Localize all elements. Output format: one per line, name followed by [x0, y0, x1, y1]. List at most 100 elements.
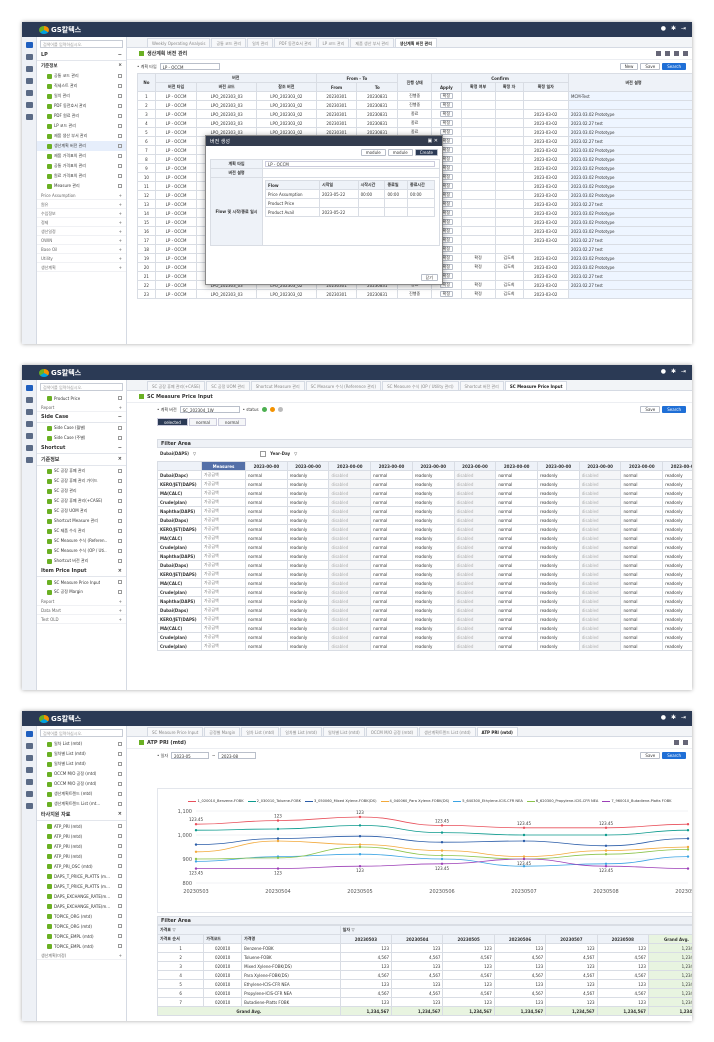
data-point[interactable] [686, 848, 690, 851]
value-cell[interactable]: normal [245, 587, 288, 597]
filter-icon[interactable]: ▽ [193, 451, 196, 458]
sidebar-search[interactable]: 검색어를 입력하십시오. [40, 40, 123, 48]
folder-icon[interactable] [25, 385, 33, 391]
sidebar-item[interactable]: SC 제품 수식 관리 [37, 526, 126, 536]
data-point[interactable] [276, 867, 280, 870]
value-cell[interactable]: readonly [662, 542, 692, 552]
value-cell[interactable]: readonly [662, 632, 692, 642]
logout-icon[interactable]: ⇥ [681, 25, 686, 32]
sidebar-item[interactable]: 공통 가격표의 관리 [37, 161, 126, 171]
tab[interactable]: 일차별 List (mtd) [280, 727, 322, 736]
checkbox-icon[interactable] [118, 772, 122, 776]
tab[interactable]: LP 코드 관리 [317, 38, 350, 47]
sidebar-item[interactable]: Side Case (주별) [37, 433, 126, 443]
checkbox-icon[interactable] [118, 436, 122, 440]
value-cell[interactable]: normal [620, 623, 664, 633]
dialog-plan-type-select[interactable]: LP - OCCM [265, 161, 435, 167]
data-point[interactable] [604, 849, 608, 852]
checkbox-icon[interactable] [118, 580, 122, 584]
person-icon[interactable] [25, 409, 33, 415]
list-icon[interactable] [25, 421, 33, 427]
sidebar-item[interactable]: 일차별 List (mtd) [37, 749, 126, 759]
data-point[interactable] [522, 839, 526, 843]
value-cell[interactable]: readonly [411, 524, 455, 534]
value-cell[interactable]: readonly [411, 533, 455, 543]
table-cell[interactable]: 확정 [431, 100, 462, 110]
value-cell[interactable]: readonly [411, 542, 455, 552]
logout-icon[interactable]: ⇥ [681, 368, 686, 375]
value-cell[interactable]: normal [620, 542, 664, 552]
value-cell[interactable]: normal [620, 479, 664, 489]
checkbox-icon[interactable] [118, 884, 122, 888]
value-cell[interactable]: normal [370, 542, 413, 552]
value-cell[interactable]: normal [495, 587, 539, 597]
sidebar-item[interactable]: SC Measure 수식 (OP / Uti.. [37, 546, 126, 556]
data-point[interactable] [358, 845, 362, 849]
value-cell[interactable]: readonly [662, 641, 692, 651]
apply-button[interactable]: 확정 [439, 93, 454, 99]
value-cell[interactable]: normal [370, 605, 413, 615]
sidebar-group[interactable]: 정제 + [37, 218, 126, 227]
data-point[interactable] [440, 849, 444, 852]
data-point[interactable] [604, 826, 608, 829]
data-point[interactable] [604, 862, 608, 865]
apply-button[interactable]: 확정 [439, 291, 454, 297]
plan-type-select[interactable]: LP - OCCM [159, 63, 220, 70]
sidebar-item[interactable]: SC Measure Price Input [37, 577, 126, 587]
checkbox-icon[interactable] [118, 134, 122, 138]
data-point[interactable] [686, 855, 690, 858]
value-cell[interactable]: readonly [537, 524, 580, 534]
status-green-icon[interactable] [261, 407, 267, 412]
checkbox-icon[interactable] [118, 792, 122, 796]
value-cell[interactable]: readonly [537, 488, 580, 498]
value-cell[interactable]: readonly [411, 605, 455, 615]
sidebar-group[interactable]: Price Assumption + [37, 191, 126, 200]
value-cell[interactable]: normal [245, 632, 288, 642]
plan-version-select[interactable]: SC_202304_1W [179, 406, 240, 413]
value-cell[interactable]: normal [620, 470, 664, 480]
checkbox-icon[interactable] [118, 762, 122, 766]
value-cell[interactable]: readonly [286, 470, 330, 480]
sidebar-item[interactable]: SC 공장 휴폐 관리 [37, 466, 126, 476]
value-cell[interactable]: normal [620, 497, 664, 507]
value-cell[interactable]: readonly [662, 569, 692, 579]
tab[interactable]: SC 공장 휴폐 관리(+CASE) [147, 381, 206, 390]
checkbox-icon[interactable] [118, 874, 122, 878]
checkbox-icon[interactable] [118, 782, 122, 786]
tab[interactable]: SC Measure 수식 (OP / Utility 관리) [382, 381, 459, 390]
logout-icon[interactable]: ⇥ [681, 714, 686, 721]
value-cell[interactable]: normal [370, 479, 413, 489]
user-icon[interactable]: ● [661, 368, 666, 375]
checkbox-icon[interactable] [118, 94, 122, 98]
value-cell[interactable]: normal [620, 605, 664, 615]
table-row[interactable]: 1 020010 Benzene-FOBK 123 123 123 123 123 123 1,2… [156, 943, 692, 953]
chart-icon[interactable] [25, 743, 33, 749]
sidebar-section[interactable]: 기준정보 × [37, 454, 126, 466]
sidebar-item[interactable]: 제품 가격표의 관리 [37, 151, 126, 161]
sidebar-section-lp[interactable]: LP − [37, 50, 126, 61]
tab[interactable]: 제품 생산 부서 관리 [350, 38, 394, 47]
value-cell[interactable]: readonly [662, 596, 692, 606]
value-cell[interactable]: readonly [411, 551, 455, 561]
flow-cell[interactable] [357, 207, 386, 217]
data-point[interactable] [440, 862, 444, 865]
value-cell[interactable]: readonly [411, 470, 455, 480]
sidebar-item[interactable]: ATP_PRI (mtd) [37, 821, 126, 831]
value-cell[interactable]: normal [370, 614, 413, 624]
checkbox-icon[interactable] [118, 844, 122, 848]
checkbox-icon[interactable] [118, 914, 122, 918]
sidebar-item[interactable]: Side Case (월별) [37, 423, 126, 433]
table-row[interactable]: 1 LP - OCCM LPO_202303_03 LPO_202303_02 2023… [137, 91, 692, 101]
value-cell[interactable]: readonly [411, 596, 455, 606]
sidebar-item[interactable]: PDF 동전호서 관리 [37, 101, 126, 111]
data-point[interactable] [194, 857, 198, 861]
sidebar-item[interactable]: DAPS_T_PRICE_PLATTS (m... [37, 871, 126, 881]
sidebar-item[interactable]: 직세스트 관리 [37, 81, 126, 91]
value-cell[interactable]: normal [370, 533, 413, 543]
value-cell[interactable]: readonly [286, 533, 330, 543]
value-cell[interactable]: readonly [662, 578, 692, 588]
value-cell[interactable]: normal [495, 578, 539, 588]
checkbox-icon[interactable] [118, 894, 122, 898]
value-cell[interactable]: readonly [411, 587, 455, 597]
sidebar-group[interactable]: 원유 + [37, 200, 126, 209]
